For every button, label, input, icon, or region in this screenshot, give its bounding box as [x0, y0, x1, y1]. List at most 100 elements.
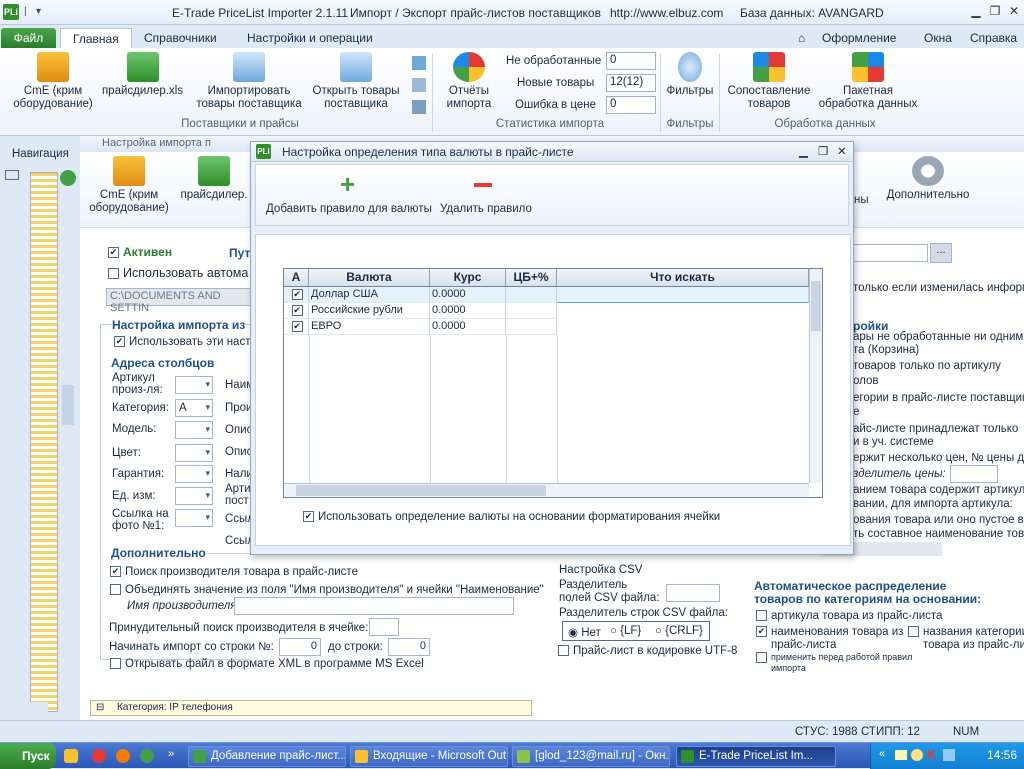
- taskbar-item[interactable]: Добавление прайс-лист...: [188, 746, 346, 767]
- grid-horizontal-scrollbar[interactable]: [284, 483, 809, 497]
- unit-combo[interactable]: [175, 487, 213, 505]
- utf8-checkbox[interactable]: Прайс-лист в кодировке UTF-8: [558, 645, 737, 657]
- grid-vertical-scrollbar[interactable]: [809, 269, 822, 483]
- row-cb[interactable]: [506, 287, 557, 303]
- browse-button[interactable]: ...: [930, 243, 952, 263]
- use-format-checkbox[interactable]: ✔ Использовать определение валюты на осно…: [303, 511, 720, 523]
- radio-crlf[interactable]: ○ {CRLF}: [655, 625, 703, 637]
- network-icon[interactable]: [943, 749, 955, 761]
- child-pricelist-button[interactable]: прайсдилер.: [178, 156, 250, 202]
- reports-button[interactable]: Отчёты импорта: [438, 52, 500, 111]
- row-rate[interactable]: 0.0000: [430, 319, 506, 335]
- photo-combo[interactable]: [175, 509, 213, 527]
- start-button[interactable]: Пуск: [0, 743, 56, 769]
- to-row-input[interactable]: 0: [388, 638, 430, 656]
- path-input[interactable]: C:\DOCUMENTS AND SETTIN: [106, 288, 256, 314]
- row-checkbox[interactable]: ✔: [284, 287, 309, 303]
- use-these-checkbox[interactable]: ✔ Использовать эти настр: [114, 336, 257, 348]
- taskbar-item[interactable]: [glod_123@mail.ru] - Окн...: [512, 746, 670, 767]
- model-combo[interactable]: [175, 421, 213, 439]
- delete-rule-button[interactable]: Удалить правило: [438, 171, 538, 223]
- dialog-minimize-icon[interactable]: ▁: [799, 144, 808, 158]
- apply-rules-checkbox[interactable]: применить перед работой правил импорта: [756, 652, 912, 673]
- grid-header-active[interactable]: А: [284, 269, 309, 287]
- forced-search-input[interactable]: [369, 618, 399, 636]
- row-currency[interactable]: Доллар США: [309, 287, 430, 303]
- match-goods-button[interactable]: Сопоставление товаров: [724, 52, 814, 111]
- category-combo[interactable]: А: [175, 399, 213, 417]
- table-icon[interactable]: [412, 100, 426, 114]
- by-name-checkbox[interactable]: ✔ наименования товара из прайс-листа: [756, 626, 903, 652]
- antivirus-icon[interactable]: K: [927, 747, 936, 762]
- tray-expand-icon[interactable]: «: [879, 748, 885, 760]
- dialog-close-icon[interactable]: ✕: [837, 144, 847, 158]
- row-cb[interactable]: [506, 319, 557, 335]
- additional-button[interactable]: Дополнительно: [880, 156, 976, 202]
- currency-grid[interactable]: А Валюта Курс ЦБ+% Что искать ✔ Доллар С…: [283, 268, 823, 498]
- price-separator-input[interactable]: [950, 465, 998, 483]
- small-tool-icon[interactable]: [412, 56, 426, 70]
- navigation-tree[interactable]: [30, 172, 58, 712]
- supplier-button[interactable]: СmE (крим оборудование): [8, 52, 98, 111]
- import-goods-button[interactable]: Импортировать товары поставщика: [190, 52, 308, 111]
- row-cb[interactable]: [506, 303, 557, 319]
- child-supplier-button[interactable]: СmE (крим оборудование): [84, 156, 174, 215]
- mail-icon[interactable]: [895, 750, 907, 760]
- edit-icon[interactable]: [412, 78, 426, 92]
- tray-icon[interactable]: [911, 749, 923, 761]
- open-goods-button[interactable]: Открыть товары поставщика: [310, 52, 402, 111]
- color-combo[interactable]: [175, 444, 213, 462]
- row-currency[interactable]: ЕВРО: [309, 319, 430, 335]
- tab-main[interactable]: Главная: [60, 28, 132, 48]
- minimize-icon[interactable]: ▁: [966, 4, 986, 20]
- theme-icon[interactable]: ⌂: [798, 28, 805, 48]
- quick-launch-icon[interactable]: [116, 749, 130, 763]
- start-row-input[interactable]: 0: [279, 638, 321, 656]
- filters-button[interactable]: Фильтры: [664, 52, 716, 98]
- row-rate[interactable]: 0.0000: [430, 303, 506, 319]
- row-rate[interactable]: 0.0000: [430, 287, 506, 303]
- scroll-thumb[interactable]: [811, 281, 821, 331]
- pricelist-button[interactable]: прайсдилер.xls: [100, 52, 185, 98]
- by-category-checkbox[interactable]: названия категории товара из прайс-ли: [908, 626, 1024, 652]
- tab-references[interactable]: Справочники: [132, 28, 229, 48]
- warranty-combo[interactable]: [175, 465, 213, 483]
- xml-checkbox[interactable]: Открывать файл в формате XML в программе…: [110, 658, 424, 670]
- combine-checkbox[interactable]: Объединять значение из поля "Имя произво…: [110, 584, 544, 596]
- batch-button[interactable]: Пакетная обработка данных: [812, 52, 924, 111]
- close-icon[interactable]: ✕: [1004, 4, 1024, 20]
- active-checkbox[interactable]: ✔ Активен: [108, 245, 172, 259]
- taskbar-item-active[interactable]: E-Trade PriceList Im...: [676, 746, 836, 767]
- quick-launch-icon[interactable]: [140, 749, 154, 763]
- splitter-handle[interactable]: [62, 385, 74, 425]
- csv-field-sep-input[interactable]: [666, 584, 720, 602]
- right-path-input[interactable]: [850, 244, 928, 262]
- radio-no[interactable]: ◉ Нет: [568, 625, 601, 639]
- radio-lf[interactable]: ○ {LF}: [610, 625, 641, 637]
- quick-access-dropdown-icon[interactable]: ▾: [36, 6, 41, 17]
- tab-settings[interactable]: Настройки и операции: [235, 28, 385, 48]
- add-rule-button[interactable]: + Добавить правило для валюты: [264, 171, 434, 223]
- manufacturer-name-input[interactable]: [234, 597, 514, 615]
- quick-launch-more-icon[interactable]: »: [168, 748, 174, 760]
- quick-launch-icon[interactable]: [64, 749, 78, 763]
- manufacturer-combo[interactable]: [175, 376, 213, 394]
- grid-header-rate[interactable]: Курс: [430, 269, 506, 287]
- nav-scrollbar[interactable]: [0, 702, 48, 716]
- restore-icon[interactable]: ❐: [985, 4, 1005, 20]
- quick-launch-icon[interactable]: [92, 749, 106, 763]
- scroll-thumb[interactable]: [296, 485, 546, 496]
- use-auto-checkbox[interactable]: Использовать автома: [108, 266, 248, 280]
- grid-header-currency[interactable]: Валюта: [309, 269, 430, 287]
- row-checkbox[interactable]: ✔: [284, 303, 309, 319]
- menu-help[interactable]: Справка: [958, 28, 1024, 48]
- grid-header-search[interactable]: Что искать: [557, 269, 809, 287]
- tree-collapse-icon[interactable]: [5, 170, 19, 180]
- refresh-icon[interactable]: [60, 170, 76, 186]
- menu-theme[interactable]: Оформление: [810, 28, 908, 48]
- row-checkbox[interactable]: ✔: [284, 319, 309, 335]
- grid-header-cb[interactable]: ЦБ+%: [506, 269, 557, 287]
- row-currency[interactable]: Российские рубли: [309, 303, 430, 319]
- menu-windows[interactable]: Окна: [912, 28, 964, 48]
- by-article-checkbox[interactable]: артикула товара из прайс-листа: [756, 610, 942, 622]
